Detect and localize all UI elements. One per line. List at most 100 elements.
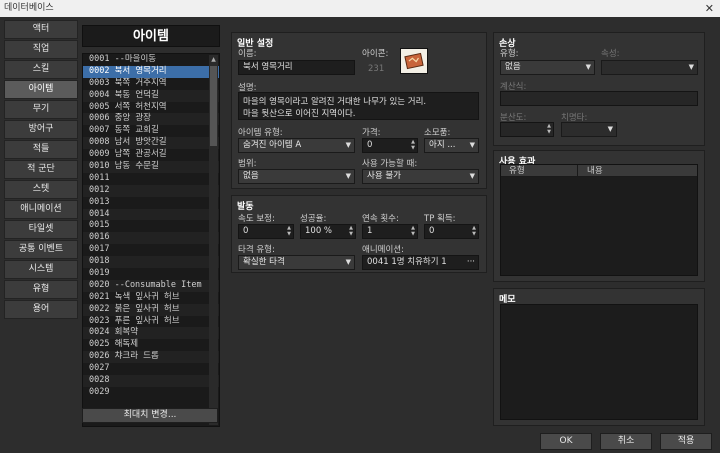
element-label: 속성: xyxy=(601,49,620,59)
hit-type-select[interactable]: 확실한 타격 ▼ xyxy=(238,255,355,270)
tab-2[interactable]: 스킬 xyxy=(4,60,78,79)
price-stepper[interactable]: 0 ▲ ▼ xyxy=(362,138,418,153)
category-tabs: 액터 직업 스킬 아이템 무기 방어구 적들 적 군단 스텟 애니메이션 타일셋 공통 이벤트 시스템 유… xyxy=(4,20,78,320)
list-item[interactable]: 0005 서쪽 허천지역 xyxy=(83,102,219,114)
name-field[interactable]: 북서 영목거리 xyxy=(238,60,355,75)
item-type-select[interactable]: 숨겨진 아이템 A ▼ xyxy=(238,138,355,153)
list-item[interactable]: 0029 xyxy=(83,387,219,399)
tab-4[interactable]: 무기 xyxy=(4,100,78,119)
chevron-down-icon: ▼ xyxy=(345,258,351,266)
tab-7[interactable]: 적 군단 xyxy=(4,160,78,179)
list-item[interactable]: 0018 xyxy=(83,256,219,269)
list-item[interactable]: 0019 xyxy=(83,268,219,280)
description-field[interactable]: 마을의 영목이라고 알려진 거대한 나무가 있는 거리. 마을 뒷산으로 이어진… xyxy=(238,92,479,120)
tab-11[interactable]: 공통 이벤트 xyxy=(4,240,78,259)
stepper-arrows-icon[interactable]: ▲ ▼ xyxy=(287,225,291,237)
list-item[interactable]: 0028 xyxy=(83,375,219,387)
occasion-value: 사용 불가 xyxy=(367,171,401,181)
ok-button[interactable]: OK xyxy=(540,433,592,450)
list-item[interactable]: 0014 xyxy=(83,208,219,221)
list-item[interactable]: 0017 xyxy=(83,244,219,256)
variance-stepper[interactable]: ▲ ▼ xyxy=(500,122,554,137)
item-list[interactable]: 0001 --마을이동 0002 북서 영목거리 0003 북쪽 거주지역 0004 … xyxy=(82,53,220,427)
item-icon[interactable] xyxy=(400,48,428,74)
tab-1[interactable]: 직업 xyxy=(4,40,78,59)
list-item[interactable]: 0001 --마을이동 xyxy=(83,54,219,66)
list-item[interactable]: 0020 --Consumable Item xyxy=(83,279,219,292)
stepper-arrows-icon[interactable]: ▲ ▼ xyxy=(349,225,353,237)
speed-stepper[interactable]: 0 ▲ ▼ xyxy=(238,224,294,239)
tab-10[interactable]: 타일셋 xyxy=(4,220,78,239)
critical-select[interactable]: ▼ xyxy=(561,122,617,137)
list-item[interactable]: 0023 푸른 잎사귀 허브 xyxy=(83,316,219,328)
stepper-arrows-icon[interactable]: ▲ ▼ xyxy=(411,225,415,237)
list-item[interactable]: 0006 중앙 광장 xyxy=(83,113,219,126)
list-item[interactable]: 0009 남쪽 관공서길 xyxy=(83,149,219,161)
animation-field[interactable]: 0041 1명 치유하기 1 ··· xyxy=(362,255,479,270)
repeat-stepper[interactable]: 1 ▲ ▼ xyxy=(362,224,418,239)
item-type-label: 아이템 유형: xyxy=(238,128,283,138)
scope-value: 없음 xyxy=(243,171,259,181)
chevron-down-icon: ▼ xyxy=(585,63,591,71)
list-item[interactable]: 0015 xyxy=(83,220,219,232)
close-icon[interactable]: ✕ xyxy=(705,0,714,17)
chevron-down-icon: ▼ xyxy=(607,125,613,133)
effects-col-type: 유형 xyxy=(509,166,525,176)
hit-type-label: 타격 유형: xyxy=(238,245,275,255)
memo-field[interactable] xyxy=(500,304,698,420)
animation-label: 애니메이션: xyxy=(362,245,404,255)
list-item[interactable]: 0012 xyxy=(83,184,219,197)
list-item[interactable]: 0021 녹색 잎사귀 허브 xyxy=(83,292,219,304)
list-item[interactable]: 0022 붉은 잎사귀 허브 xyxy=(83,303,219,316)
apply-button[interactable]: 적용 xyxy=(660,433,712,450)
list-item[interactable]: 0007 동쪽 교회길 xyxy=(83,125,219,137)
chevron-down-icon: ▼ xyxy=(345,172,351,180)
scope-select[interactable]: 없음 ▼ xyxy=(238,169,355,184)
tab-0[interactable]: 액터 xyxy=(4,20,78,39)
list-scrollbar[interactable]: ▲ ▼ xyxy=(209,55,218,425)
list-item[interactable]: 0026 챠크라 드롭 xyxy=(83,351,219,364)
list-item[interactable]: 0027 xyxy=(83,363,219,375)
tp-stepper[interactable]: 0 ▲ ▼ xyxy=(424,224,479,239)
tab-13[interactable]: 유형 xyxy=(4,280,78,299)
consumable-label: 소모품: xyxy=(424,128,451,138)
tab-14[interactable]: 용어 xyxy=(4,300,78,319)
stepper-arrows-icon[interactable]: ▲ ▼ xyxy=(547,123,551,135)
scroll-thumb[interactable] xyxy=(210,66,217,146)
more-icon[interactable]: ··· xyxy=(467,256,475,269)
list-item[interactable]: 0008 남서 방앗간길 xyxy=(83,137,219,150)
list-item[interactable]: 0016 xyxy=(83,232,219,245)
list-item[interactable]: 0003 북쪽 거주지역 xyxy=(83,78,219,90)
occasion-label: 사용 가능할 때: xyxy=(362,159,418,169)
cancel-button[interactable]: 취소 xyxy=(600,433,652,450)
tab-5[interactable]: 방어구 xyxy=(4,120,78,139)
max-change-button[interactable]: 최대치 변경... xyxy=(82,408,218,423)
tab-6[interactable]: 적들 xyxy=(4,140,78,159)
list-item[interactable]: 0010 남동 수문길 xyxy=(83,161,219,173)
scroll-up-icon[interactable]: ▲ xyxy=(209,55,218,64)
stepper-arrows-icon[interactable]: ▲ ▼ xyxy=(472,225,476,237)
tab-8[interactable]: 스텟 xyxy=(4,180,78,199)
damage-type-select[interactable]: 없음 ▼ xyxy=(500,60,595,75)
formula-field[interactable] xyxy=(500,91,698,106)
consumable-select[interactable]: 아지 ... ▼ xyxy=(424,138,479,153)
effects-table[interactable]: 유형 내용 xyxy=(500,164,698,276)
speed-value: 0 xyxy=(243,226,249,236)
list-item[interactable]: 0004 북동 언덕길 xyxy=(83,89,219,102)
stepper-arrows-icon[interactable]: ▲ ▼ xyxy=(411,139,415,151)
tab-3[interactable]: 아이템 xyxy=(4,80,78,99)
tab-9[interactable]: 애니메이션 xyxy=(4,200,78,219)
effects-col-content: 내용 xyxy=(587,166,603,176)
damage-type-label: 유형: xyxy=(500,49,519,59)
list-item[interactable]: 0002 북서 영목거리 xyxy=(83,65,219,78)
occasion-select[interactable]: 사용 불가 ▼ xyxy=(362,169,479,184)
list-item[interactable]: 0013 xyxy=(83,197,219,209)
description-line-2: 마을 뒷산으로 이어진 지역이다. xyxy=(243,109,356,119)
list-item[interactable]: 0011 xyxy=(83,173,219,185)
list-item[interactable]: 0025 해독제 xyxy=(83,339,219,351)
element-select[interactable]: ▼ xyxy=(601,60,698,75)
list-item[interactable]: 0024 회복약 xyxy=(83,327,219,340)
success-stepper[interactable]: 100 % ▲ ▼ xyxy=(300,224,356,239)
tab-12[interactable]: 시스템 xyxy=(4,260,78,279)
animation-value: 0041 1명 치유하기 1 xyxy=(367,257,447,267)
